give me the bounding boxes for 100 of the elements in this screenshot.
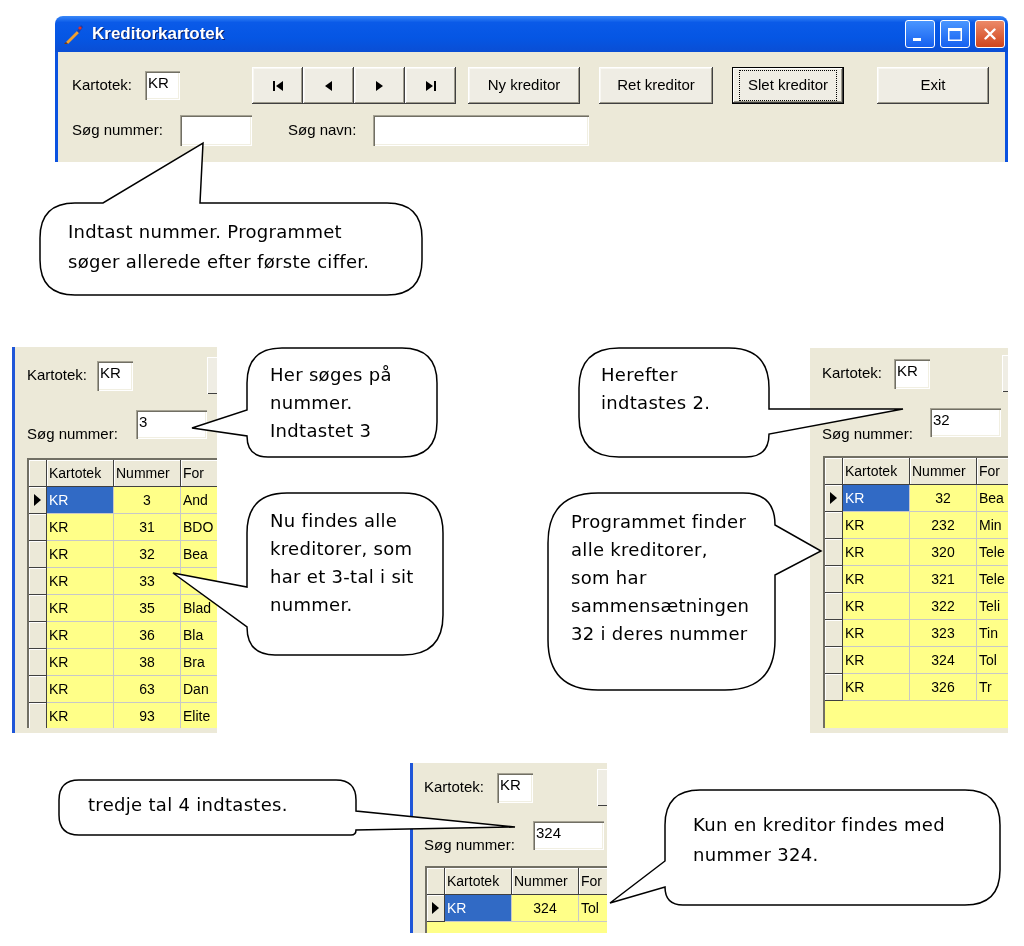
- callout-text: Herefter indtastes 2.: [601, 363, 711, 415]
- table-cell: 321: [910, 566, 977, 593]
- row-indicator[interactable]: [825, 485, 843, 512]
- row-indicator[interactable]: [29, 541, 47, 568]
- kartotek-field[interactable]: KR: [894, 358, 930, 389]
- table-cell: 326: [910, 674, 977, 701]
- row-indicator[interactable]: [825, 539, 843, 566]
- table-cell: KR: [47, 541, 114, 568]
- field-label: Søg navn:: [288, 120, 358, 141]
- first-record-button[interactable]: [252, 67, 303, 104]
- row-pointer-icon: [34, 494, 41, 506]
- grid-corner-cell: [825, 458, 843, 485]
- table-cell: KR: [47, 595, 114, 622]
- row-indicator[interactable]: [825, 674, 843, 701]
- grid-corner-cell: [29, 460, 47, 487]
- table-cell: KR: [843, 512, 910, 539]
- next-record-button[interactable]: [354, 67, 405, 104]
- row-indicator[interactable]: [29, 649, 47, 676]
- column-header[interactable]: Nummer: [910, 458, 977, 485]
- row-indicator[interactable]: [427, 895, 445, 922]
- callout-text: Nu findes alle kreditorer, som har et 3-tal i sit nummer.: [270, 509, 414, 617]
- column-header[interactable]: Kartotek: [843, 458, 910, 485]
- table-cell: KR: [47, 514, 114, 541]
- field-label: Søg nummer:: [424, 836, 516, 853]
- table-cell: KR: [843, 620, 910, 647]
- search-number-field[interactable]: [180, 115, 252, 146]
- maximize-button[interactable]: [940, 20, 970, 48]
- row-indicator[interactable]: [825, 593, 843, 620]
- button-edge[interactable]: [207, 357, 217, 394]
- callout-text: Her søges på nummer. Indtastet 3: [270, 363, 392, 443]
- column-header[interactable]: For: [977, 458, 1008, 485]
- previous-record-button[interactable]: [303, 67, 354, 104]
- table-cell: 33: [114, 568, 181, 595]
- triangle-left-icon: [325, 80, 332, 91]
- field-label: Kartotek:: [27, 365, 89, 386]
- row-indicator[interactable]: [29, 487, 47, 514]
- table-cell: 324: [910, 647, 977, 674]
- table-cell: 38: [114, 649, 181, 676]
- table-cell: 35: [114, 595, 181, 622]
- table-cell: KR: [47, 568, 114, 595]
- skip-back-icon: [272, 80, 283, 91]
- kartotek-field[interactable]: KR: [145, 71, 180, 100]
- table-cell: 32: [910, 485, 977, 512]
- row-indicator[interactable]: [825, 620, 843, 647]
- column-header[interactable]: Nummer: [512, 868, 579, 895]
- row-indicator[interactable]: [825, 647, 843, 674]
- search-number-field[interactable]: 3: [136, 409, 207, 439]
- table-cell: 63: [114, 676, 181, 703]
- table-cell: 31: [114, 514, 181, 541]
- minimize-icon: [913, 38, 921, 41]
- table-cell: KR: [47, 649, 114, 676]
- table-cell: KR: [47, 622, 114, 649]
- new-creditor-button[interactable]: Ny kreditor: [468, 67, 580, 104]
- column-header[interactable]: For: [579, 868, 607, 895]
- column-header[interactable]: Kartotek: [47, 460, 114, 487]
- column-header[interactable]: Nummer: [114, 460, 181, 487]
- edit-creditor-button[interactable]: Ret kreditor: [599, 67, 713, 104]
- kartotek-field[interactable]: KR: [497, 772, 533, 803]
- search-name-field[interactable]: [373, 115, 589, 146]
- callout-text: Kun en kreditor findes med nummer 324.: [693, 813, 945, 867]
- row-indicator[interactable]: [29, 568, 47, 595]
- row-indicator[interactable]: [29, 676, 47, 703]
- table-cell: KR: [843, 593, 910, 620]
- table-cell: KR: [47, 487, 114, 514]
- row-indicator[interactable]: [825, 512, 843, 539]
- close-icon: [984, 28, 996, 40]
- maximize-icon: [948, 27, 962, 41]
- table-cell: 232: [910, 512, 977, 539]
- table-cell: KR: [47, 676, 114, 703]
- row-indicator[interactable]: [825, 566, 843, 593]
- column-header[interactable]: For: [181, 460, 217, 487]
- table-cell: KR: [445, 895, 512, 922]
- field-label: Kartotek:: [822, 363, 884, 384]
- exit-button[interactable]: Exit: [877, 67, 989, 104]
- table-cell: 324: [512, 895, 579, 922]
- close-button[interactable]: [975, 20, 1005, 48]
- table-cell: 3: [114, 487, 181, 514]
- row-indicator[interactable]: [29, 514, 47, 541]
- row-indicator[interactable]: [29, 595, 47, 622]
- table-cell: 320: [910, 539, 977, 566]
- search-number-field[interactable]: 324: [533, 820, 604, 850]
- table-cell: KR: [843, 674, 910, 701]
- table-cell: 36: [114, 622, 181, 649]
- triangle-right-icon: [376, 80, 383, 91]
- grid-corner-cell: [427, 868, 445, 895]
- table-cell: 322: [910, 593, 977, 620]
- column-header[interactable]: Kartotek: [445, 868, 512, 895]
- table-cell: KR: [843, 485, 910, 512]
- button-edge[interactable]: [597, 769, 607, 806]
- search-number-field[interactable]: 32: [930, 407, 1001, 437]
- callout-text: Indtast nummer. Programmet søger allerede efter første ciffer.: [68, 220, 370, 274]
- minimize-button[interactable]: [905, 20, 935, 48]
- last-record-button[interactable]: [405, 67, 456, 104]
- field-label: Søg nummer:: [27, 425, 119, 442]
- row-indicator[interactable]: [29, 703, 47, 728]
- delete-creditor-button[interactable]: Slet kreditor: [732, 67, 844, 104]
- table-cell: KR: [843, 647, 910, 674]
- kartotek-field[interactable]: KR: [97, 360, 133, 391]
- field-label: Kartotek:: [424, 777, 486, 798]
- row-indicator[interactable]: [29, 622, 47, 649]
